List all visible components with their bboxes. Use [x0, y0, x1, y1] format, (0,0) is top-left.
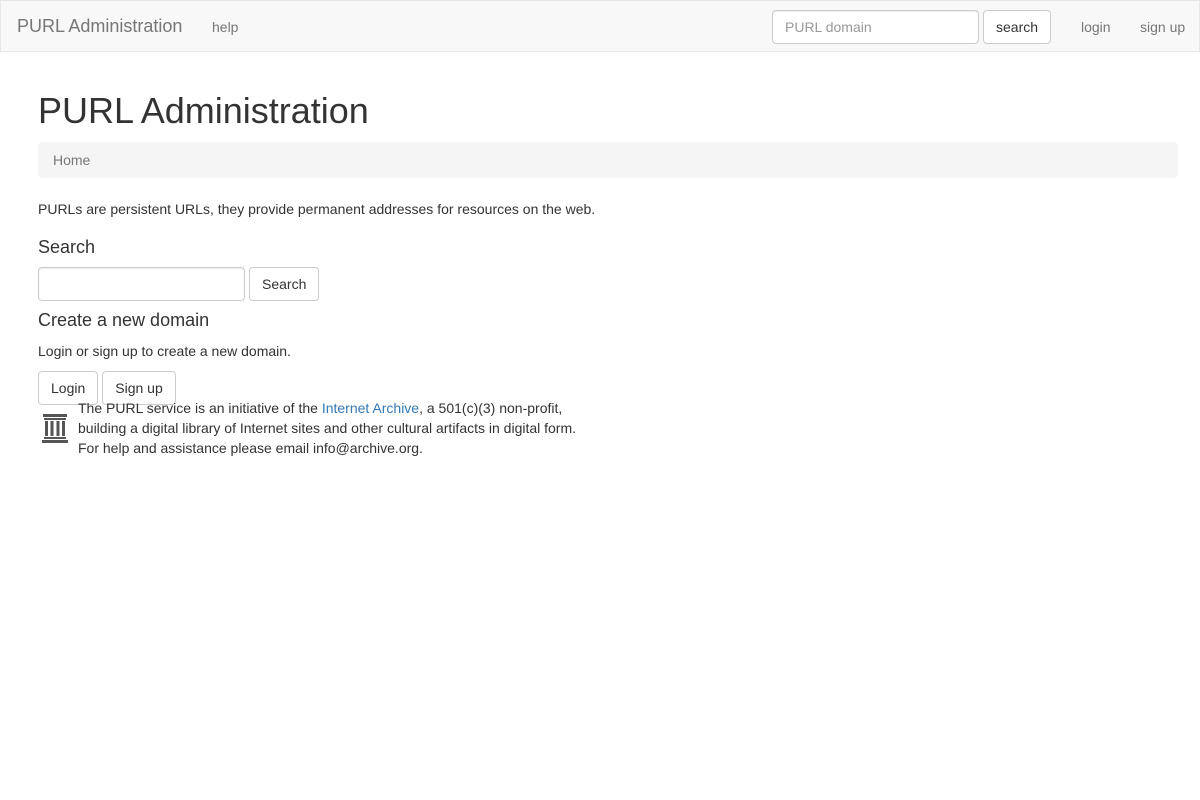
help-link[interactable]: help — [212, 18, 238, 36]
navbar-search-button[interactable]: search — [983, 10, 1051, 44]
create-domain-text: Login or sign up to create a new domain. — [38, 343, 291, 359]
footer-line-2: building a digital library of Internet s… — [78, 420, 577, 436]
footer-line-1: The PURL service is an initiative of the… — [78, 398, 598, 418]
create-domain-heading: Create a new domain — [38, 310, 210, 330]
login-link[interactable]: login — [1081, 18, 1111, 36]
breadcrumb: Home — [38, 142, 1178, 178]
footer-line-3: For help and assistance please email inf… — [78, 440, 423, 456]
brand-link[interactable]: PURL Administration — [17, 16, 182, 36]
purl-domain-search-input[interactable] — [772, 10, 979, 44]
footer-text: The PURL service is an initiative of the… — [78, 398, 598, 458]
signup-link[interactable]: sign up — [1140, 18, 1185, 36]
search-heading: Search — [38, 237, 96, 257]
internet-archive-link[interactable]: Internet Archive — [322, 400, 419, 416]
footer-line-1-suffix: , a 501(c)(3) non-profit, — [419, 400, 563, 416]
intro-text: PURLs are persistent URLs, they provide … — [38, 201, 596, 217]
breadcrumb-item-home: Home — [53, 152, 91, 168]
search-input[interactable] — [38, 267, 245, 301]
top-navbar: PURL Administration help search login si… — [0, 0, 1200, 52]
footer-line-1-prefix: The PURL service is an initiative of the — [78, 400, 322, 416]
search-button[interactable]: Search — [249, 267, 319, 301]
archive-building-icon — [42, 414, 68, 443]
page-title: PURL Administration — [38, 90, 369, 131]
